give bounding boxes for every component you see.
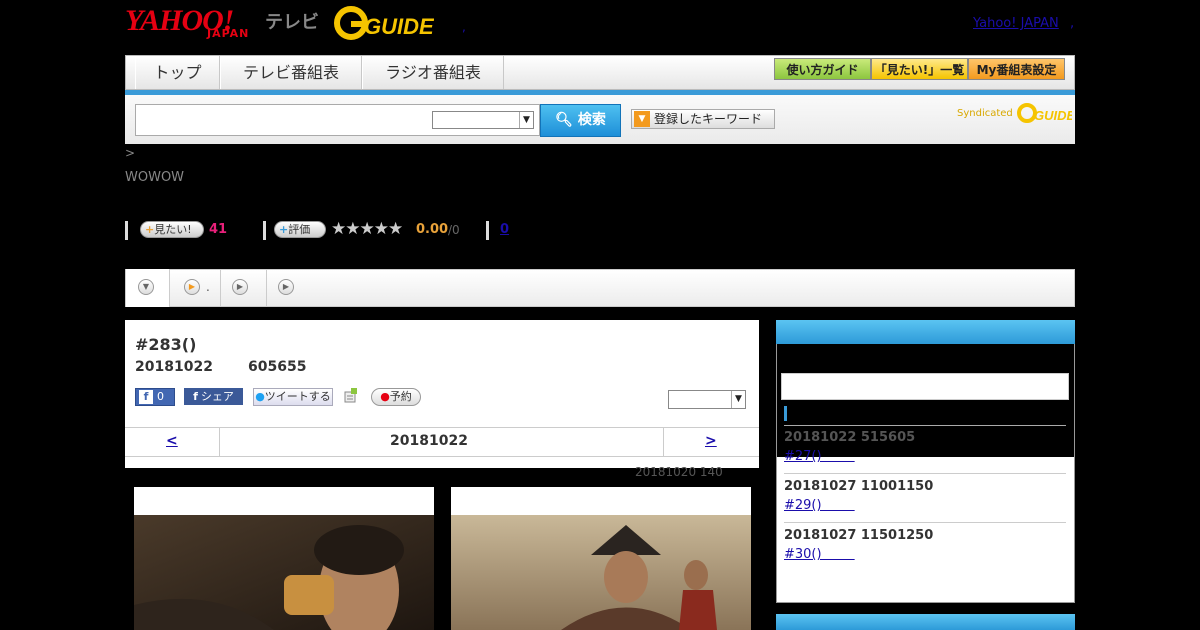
facebook-icon: f (139, 390, 153, 404)
sidebar-item-link[interactable]: #27() (784, 449, 855, 464)
search-icon: 🔍︎ (555, 112, 573, 128)
nav-tab-tv-guide[interactable]: テレビ番組表 (220, 56, 362, 89)
review-count-link[interactable]: 0 (500, 222, 509, 237)
sidebar-input[interactable] (781, 373, 1069, 400)
breadcrumb[interactable]: > (125, 146, 135, 160)
want-count: 41 (209, 222, 228, 237)
chevron-down-icon: ▼ (138, 279, 154, 295)
program-still-image (134, 515, 434, 630)
tab-active[interactable]: ▼ (126, 269, 170, 307)
rating-count: /0 (448, 223, 460, 237)
reserve-button[interactable]: ●予約 (371, 388, 421, 406)
program-image-card[interactable] (451, 487, 751, 630)
play-icon: ▶ (278, 279, 294, 295)
registered-keywords-button[interactable]: ▼ 登録したキーワード (631, 109, 775, 129)
channel-name: WOWOW (125, 170, 185, 185)
plus-icon: + (145, 223, 155, 236)
sidebar-section-marker (784, 406, 787, 421)
nav-tab-radio-guide[interactable]: ラジオ番組表 (362, 56, 504, 89)
chevron-down-icon: ▼ (731, 391, 745, 408)
previous-day-link[interactable]: < (166, 433, 178, 449)
sidebar-item-link[interactable]: #30() (784, 547, 855, 562)
rating-stars: ★★★★★ (331, 219, 403, 239)
svg-text:GUIDE: GUIDE (1034, 108, 1072, 123)
tweet-button[interactable]: ●ツイートする (253, 388, 333, 406)
stat-divider (125, 221, 128, 240)
stat-divider (263, 221, 266, 240)
rate-button[interactable]: +評価 (274, 221, 326, 238)
sidebar-divider (784, 425, 1066, 426)
stat-divider (486, 221, 489, 240)
my-guide-settings-button[interactable]: My番組表設定 (968, 58, 1065, 80)
sidebar-header (776, 320, 1075, 344)
main-nav-bar: トップ テレビ番組表 ラジオ番組表 使い方ガイド 「見たい!」一覧 My番組表設… (125, 55, 1075, 90)
plus-icon: + (279, 223, 289, 236)
update-note: 20181020 140 (635, 465, 723, 479)
yahoo-japan-link[interactable]: Yahoo! JAPAN (973, 16, 1059, 31)
header-link-separator: , (1070, 16, 1075, 31)
syndicated-gguide-logo: Syndicated GUIDE (957, 102, 1075, 124)
header-dot: , (462, 20, 466, 34)
usage-guide-button[interactable]: 使い方ガイド (774, 58, 871, 80)
sidebar-item-time: 20181022 515605 (784, 430, 916, 445)
program-action-select[interactable]: ▼ (668, 390, 746, 409)
program-date: 20181022 (135, 359, 213, 375)
day-nav-divider (219, 428, 220, 456)
add-to-list-icon[interactable] (343, 388, 359, 404)
sidebar-item-link[interactable]: #29() (784, 498, 855, 513)
twitter-icon: ● (255, 390, 265, 403)
want-list-button[interactable]: 「見たい!」一覧 (871, 58, 968, 80)
sidebar-item-time: 20181027 11501250 (784, 528, 934, 543)
tv-logo-text[interactable]: テレビ (265, 8, 319, 34)
dropdown-arrow-icon: ▼ (634, 111, 650, 127)
facebook-icon: f (193, 390, 198, 403)
sidebar-item-time: 20181027 11001150 (784, 479, 934, 494)
program-time: 605655 (248, 359, 307, 375)
program-title: #283() (135, 335, 197, 354)
current-day: 20181022 (390, 433, 468, 449)
next-day-link[interactable]: > (705, 433, 717, 449)
chevron-down-icon: ▼ (519, 112, 533, 128)
tab-2[interactable]: ▶ . (170, 270, 220, 306)
play-icon: ▶ (232, 279, 248, 295)
tab-3[interactable]: ▶ (221, 270, 266, 306)
gguide-logo[interactable]: GUIDE (334, 6, 434, 40)
yahoo-japan-text: JAPAN (207, 27, 250, 40)
sidebar-header-2 (776, 614, 1075, 630)
sidebar-divider (784, 473, 1066, 474)
record-icon: ● (380, 390, 390, 403)
rating-score: 0.00 (416, 222, 449, 237)
facebook-like-button[interactable]: f0 (135, 388, 175, 406)
program-still-image (451, 515, 751, 630)
search-category-select[interactable]: ▼ (432, 111, 534, 129)
program-image-card[interactable] (134, 487, 434, 630)
svg-text:GUIDE: GUIDE (364, 14, 434, 39)
facebook-share-button[interactable]: f シェア (184, 388, 243, 405)
nav-tab-top[interactable]: トップ (135, 56, 220, 89)
content-tab-bar: ▼ ▶ . ▶ ▶ (125, 269, 1075, 307)
sidebar-divider (784, 522, 1066, 523)
play-icon: ▶ (184, 279, 200, 295)
tab-4[interactable]: ▶ (267, 270, 312, 306)
gguide-small-logo: GUIDE (1016, 103, 1075, 123)
day-nav-divider (663, 428, 664, 456)
want-button[interactable]: +見たい! (140, 221, 204, 238)
search-button[interactable]: 🔍︎ 検索 (540, 104, 621, 137)
